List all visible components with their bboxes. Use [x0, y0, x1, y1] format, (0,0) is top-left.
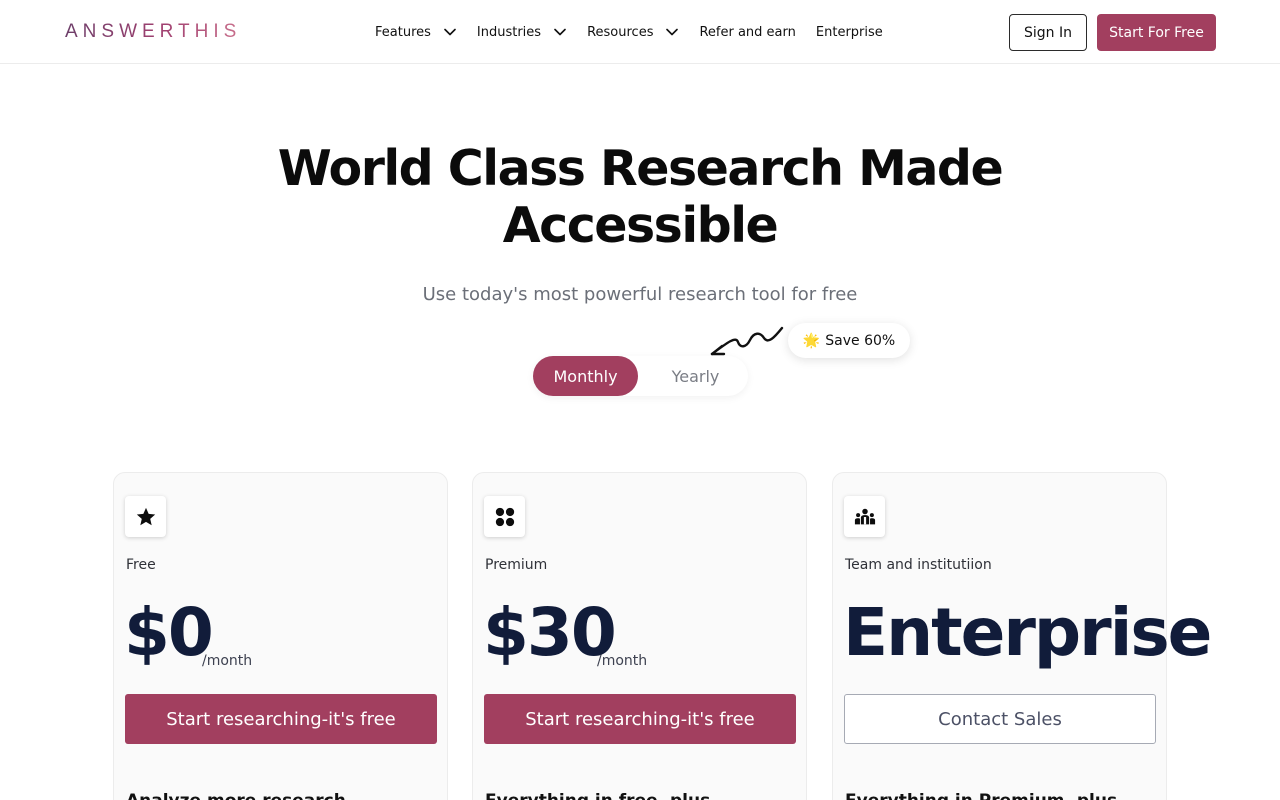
- page-subtitle: Use today's most powerful research tool …: [422, 284, 858, 305]
- team-icon: [844, 496, 885, 537]
- features-heading: Everything in Premium, plus: [845, 791, 1117, 800]
- nav-item-features[interactable]: Features: [375, 25, 457, 40]
- chevron-down-icon: [665, 25, 679, 39]
- nav-item-industries[interactable]: Industries: [477, 25, 567, 40]
- start-researching-button[interactable]: Start researching-it's free: [125, 694, 437, 744]
- sun-emoji-icon: 🌟: [802, 332, 821, 349]
- save-badge-label: Save 60%: [825, 332, 896, 349]
- star-icon: [125, 496, 166, 537]
- plan-price: $0: [124, 594, 214, 671]
- page-title: World Class Research Made Accessible: [277, 140, 1004, 254]
- start-for-free-button[interactable]: Start For Free: [1097, 14, 1216, 51]
- start-researching-button[interactable]: Start researching-it's free: [484, 694, 796, 744]
- nav-item-label: Refer and earn: [699, 24, 796, 40]
- contact-sales-button[interactable]: Contact Sales: [844, 694, 1156, 744]
- logo-wordmark: ANSWERTHIS: [65, 21, 242, 42]
- price-period: /month: [597, 653, 648, 669]
- sign-in-button[interactable]: Sign In: [1009, 14, 1087, 51]
- top-navigation-bar: ANSWERTHIS Features Industries Resources…: [0, 0, 1280, 64]
- price-period: /month: [202, 653, 253, 669]
- chevron-down-icon: [553, 25, 567, 39]
- nav-item-enterprise[interactable]: Enterprise: [816, 25, 883, 40]
- pricing-card-premium: Premium $30 /month Start researching-it'…: [472, 472, 807, 800]
- plan-price: Enterprise: [843, 594, 1212, 671]
- save-discount-badge: 🌟 Save 60%: [788, 323, 910, 358]
- nav-item-label: Resources: [587, 24, 654, 40]
- brand-logo[interactable]: ANSWERTHIS: [65, 20, 241, 44]
- features-heading: Everything in free, plus: [485, 791, 710, 800]
- nav-item-label: Enterprise: [815, 24, 883, 40]
- curved-arrow-icon: [710, 326, 784, 356]
- plan-name: Free: [126, 557, 156, 573]
- plan-name: Premium: [485, 557, 548, 573]
- plan-price: $30: [483, 594, 617, 671]
- nav-item-label: Industries: [476, 24, 542, 40]
- nav-item-refer-and-earn[interactable]: Refer and earn: [699, 25, 795, 40]
- plan-name: Team and institutiion: [845, 557, 992, 573]
- chevron-down-icon: [443, 25, 457, 39]
- features-heading: Analyze more research: [126, 791, 346, 800]
- pricing-card-free: Free $0 /month Start researching-it's fr…: [113, 472, 448, 800]
- main-nav: Features Industries Resources Refer and …: [375, 18, 903, 46]
- billing-period-toggle: Monthly Yearly: [533, 356, 748, 396]
- pricing-card-enterprise: Team and institutiion Enterprise Contact…: [832, 472, 1212, 800]
- yearly-toggle-button[interactable]: Yearly: [643, 356, 748, 396]
- nav-item-label: Features: [375, 24, 431, 40]
- monthly-toggle-button[interactable]: Monthly: [533, 356, 638, 396]
- clover-icon: [484, 496, 525, 537]
- nav-item-resources[interactable]: Resources: [587, 25, 679, 40]
